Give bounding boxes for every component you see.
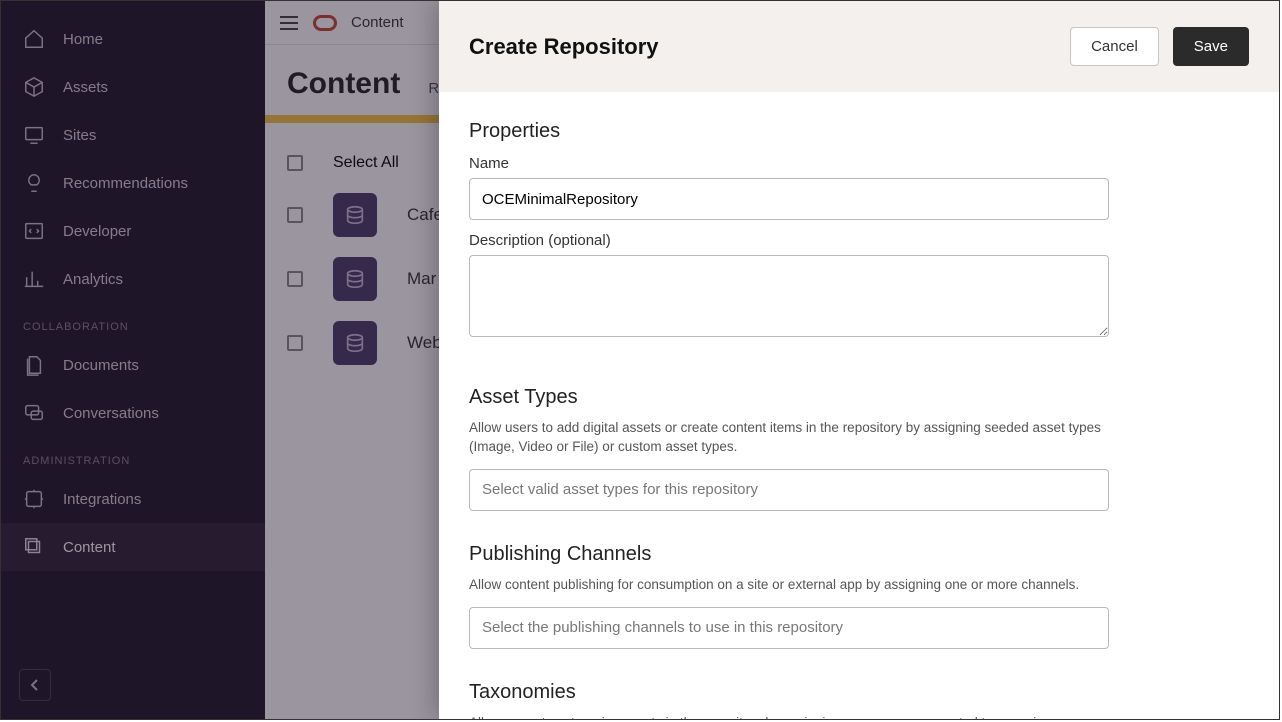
create-repository-panel: Create Repository Cancel Save Properties… — [439, 1, 1279, 719]
channels-help: Allow content publishing for consumption… — [469, 576, 1109, 595]
taxonomies-heading: Taxonomies — [469, 681, 1249, 704]
description-input[interactable] — [469, 255, 1109, 337]
asset-types-heading: Asset Types — [469, 386, 1249, 409]
asset-types-placeholder: Select valid asset types for this reposi… — [482, 481, 758, 498]
description-label: Description (optional) — [469, 232, 1249, 249]
panel-actions: Cancel Save — [1070, 27, 1249, 66]
panel-body[interactable]: Properties Name Description (optional) A… — [439, 92, 1279, 719]
cancel-button[interactable]: Cancel — [1070, 27, 1159, 66]
asset-types-help: Allow users to add digital assets or cre… — [469, 419, 1109, 457]
taxonomies-help: Allow users to categorize assets in the … — [469, 714, 1109, 719]
name-input[interactable] — [469, 178, 1109, 220]
channels-placeholder: Select the publishing channels to use in… — [482, 619, 843, 636]
save-button[interactable]: Save — [1173, 27, 1249, 66]
panel-header: Create Repository Cancel Save — [439, 1, 1279, 92]
panel-title: Create Repository — [469, 34, 659, 60]
channels-select[interactable]: Select the publishing channels to use in… — [469, 607, 1109, 649]
channels-heading: Publishing Channels — [469, 543, 1249, 566]
asset-types-select[interactable]: Select valid asset types for this reposi… — [469, 469, 1109, 511]
name-label: Name — [469, 155, 1249, 172]
properties-heading: Properties — [469, 120, 1249, 143]
